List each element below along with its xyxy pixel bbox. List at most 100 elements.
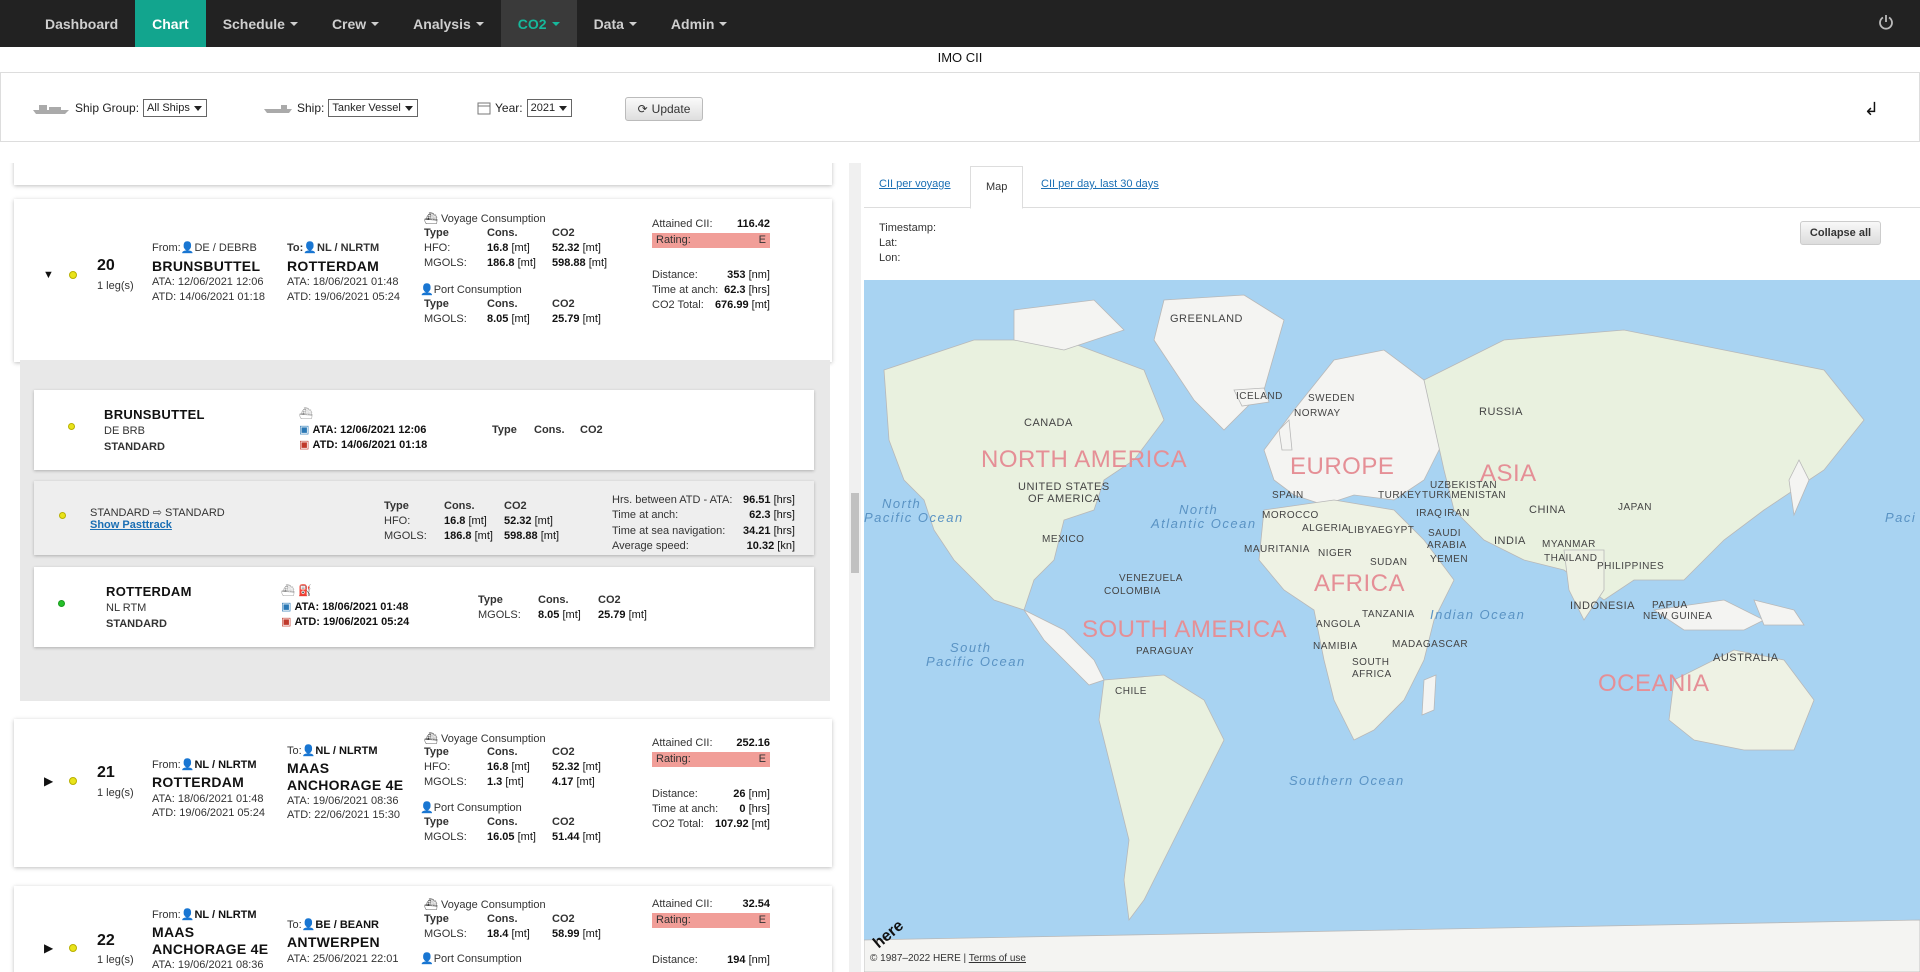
unit: [mt] [534,515,553,527]
unit: [mt] [582,242,601,254]
arrival-line: ▣ ATA: 18/06/2021 01:48 [281,600,408,613]
value: 18.4 [487,928,509,940]
map-label: CHINA [1529,504,1566,516]
ship-label: Ship: [297,101,325,115]
col-co2: CO2 [552,298,575,310]
co2-total-label: CO2 Total: [652,299,704,311]
map-label: PAPUA [1652,600,1688,611]
anch-value: 62.3 [hrs] [720,284,770,296]
year-select[interactable]: 2021 [526,99,573,117]
leg-port-card[interactable]: ROTTERDAM NL RTM STANDARD ⛴ ⛽ ▣ ATA: 18/… [34,567,814,647]
tab-cii-per-voyage[interactable]: CII per voyage [879,178,951,190]
leg-transit-card[interactable]: STANDARD ⇨ STANDARD Show Pasttrack Type … [34,481,814,555]
distance-value: 26 [nm] [720,788,770,800]
continent-label: OCEANIA [1598,670,1710,697]
timestamp-label: Timestamp: [879,222,937,234]
map-label: THAILAND [1544,553,1598,564]
attained-cii-value: 32.54 [742,898,770,910]
collapse-all-button[interactable]: Collapse all [1800,221,1881,245]
map-label: SUDAN [1370,557,1408,568]
collapse-toggle-icon[interactable]: ▼ [43,269,54,281]
unit: [hrs] [773,494,795,506]
unit: [mt] [511,313,530,325]
co2-total-label: CO2 Total: [652,818,704,830]
ship-group-select[interactable]: All Ships [143,99,207,117]
scrollbar[interactable] [849,163,861,972]
from-code: DE / DEBRB [194,242,257,254]
nav-schedule[interactable]: Schedule [206,0,315,47]
nav-crew[interactable]: Crew [315,0,396,47]
voyage-card[interactable]: ▼ 20 1 leg(s) From:👤DE / DEBRB BRUNSBUTT… [14,199,832,362]
voyage-card-previous [14,163,832,185]
value: 107.92 [714,818,749,830]
port-consumption-label: Port Consumption [433,802,522,814]
voyage-consumption-label: Voyage Consumption [441,213,546,225]
value: 598.88 [504,530,538,542]
nav-admin[interactable]: Admin [654,0,745,47]
map-label: IRAQ [1416,508,1443,519]
terms-of-use-link[interactable]: Terms of use [969,953,1026,964]
col-co2: CO2 [580,424,603,436]
departure-icon: ▣ [281,616,292,628]
nav-data[interactable]: Data [577,0,654,47]
update-button[interactable]: ⟳ Update [625,97,703,121]
port-consumption-label: Port Consumption [433,284,522,296]
tab-map[interactable]: Map [970,166,1024,209]
person-icon: 👤 [301,919,316,931]
hfo-cons: 16.8 [mt] [487,242,530,254]
show-pasttrack-link[interactable]: Show Pasttrack [90,519,172,531]
to-label: To: [287,242,304,254]
ocean-label: North [882,496,922,511]
value: 0 [739,803,746,815]
chevron-down-icon [551,21,560,26]
map-label: PHILIPPINES [1597,561,1665,572]
rating-label: Rating: [656,753,691,765]
unit: [mt] [511,928,530,940]
to-code: NL / NLRTM [317,242,380,254]
leg-port-name: ROTTERDAM [106,584,192,599]
value: 16.8 [487,761,509,773]
unit: [hrs] [748,284,770,296]
power-icon[interactable] [1878,14,1894,30]
back-arrow-icon[interactable]: ↲ [1864,99,1879,120]
nav-co2[interactable]: CO2 [500,0,577,47]
expand-toggle-icon[interactable]: ▶ [44,941,53,955]
value: 52.32 [552,761,580,773]
voyage-card[interactable]: ▶ 21 1 leg(s) From:👤NL / NLRTM ROTTERDAM… [14,719,832,867]
leg-port-card[interactable]: BRUNSBUTTEL DE BRB STANDARD ⛴ ▣ ATA: 12/… [34,390,814,470]
nav-chart[interactable]: Chart [135,0,206,47]
person-icon: 👤 [301,745,316,757]
ship-select[interactable]: Tanker Vessel [328,99,418,117]
status-dot [69,944,77,952]
value: 4.17 [552,776,574,788]
map-label: UNITED STATES [1018,481,1110,493]
ship-icon: ⛴ [299,408,313,420]
map-label: TURKMENISTAN [1422,490,1507,501]
unit: [nm] [748,788,770,800]
col-type: Type [424,913,449,925]
from-label: From: [152,759,181,771]
row-mgols: MGOLS: [424,928,467,940]
ship-group-filter: Ship Group: All Ships [31,99,207,117]
nav-dashboard[interactable]: Dashboard [0,0,135,47]
voyage-number: 22 [97,932,115,949]
departure-icon: ▣ [299,439,310,451]
hfo-co2: 52.32 [mt] [504,515,553,527]
scrollbar-thumb[interactable] [851,493,859,573]
unit: [mt] [511,761,530,773]
to-atd: ATD: 19/06/2021 05:24 [287,291,400,303]
to-code: BE / BEANR [315,919,379,931]
voyage-card[interactable]: ▶ 22 1 leg(s) From:👤NL / NLRTM MAAS ANCH… [14,886,832,972]
unit: [mt] [474,530,493,542]
col-co2: CO2 [552,227,575,239]
to-port: ROTTERDAM [287,258,380,274]
tab-cii-per-day[interactable]: CII per day, last 30 days [1041,178,1159,190]
map-label: JAPAN [1618,502,1652,513]
nav-analysis[interactable]: Analysis [396,0,501,47]
ocean-label: Southern Ocean [1289,773,1405,788]
expand-toggle-icon[interactable]: ▶ [44,774,53,788]
map-label: MEXICO [1042,534,1085,545]
rating-value: E [758,914,766,926]
world-map[interactable]: GREENLAND ICELAND SWEDEN NORWAY RUSSIA C… [864,280,1920,972]
map-label: SPAIN [1272,490,1304,501]
